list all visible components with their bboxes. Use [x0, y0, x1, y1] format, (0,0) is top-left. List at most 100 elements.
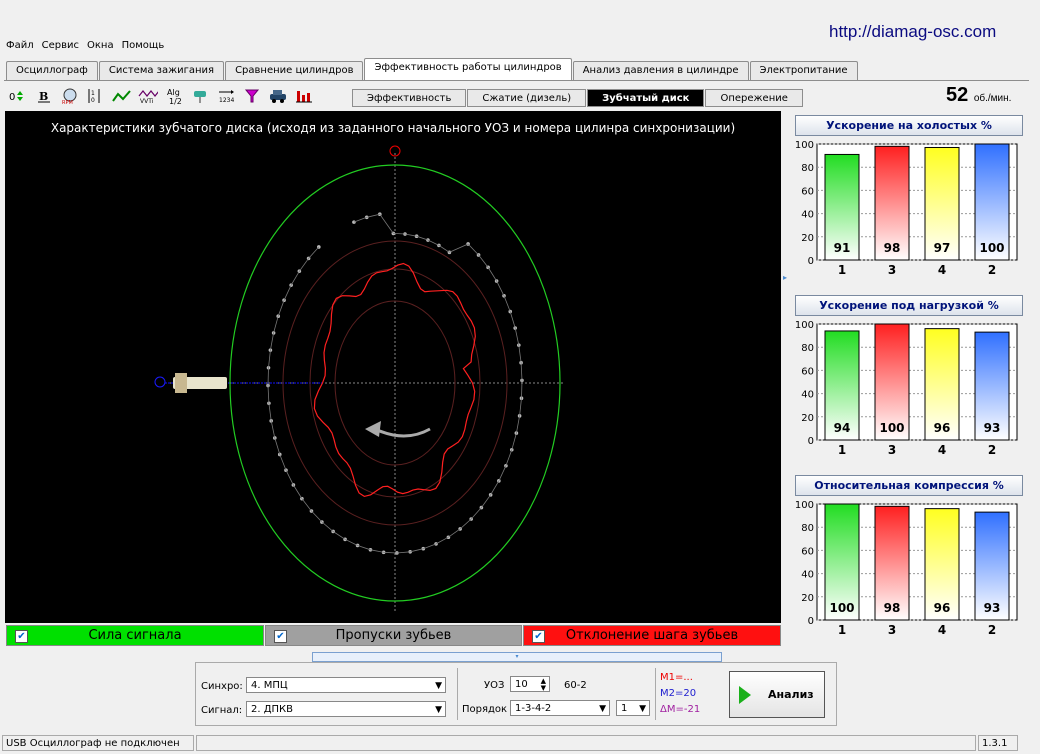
- bar-value-label: 91: [834, 241, 851, 255]
- adjust-icon[interactable]: 0: [8, 87, 28, 105]
- rpm-unit: об./мин.: [973, 93, 1012, 104]
- splitter-handle[interactable]: ▸: [783, 273, 789, 285]
- chart-idle-acceleration: 0 20 40 60 80 100 91 1 98 3 97 4 100 2: [795, 140, 1018, 276]
- y-tick-label: 40: [801, 210, 814, 221]
- checkbox-missing-teeth[interactable]: ✔: [274, 630, 287, 643]
- checkbox-signal-strength[interactable]: ✔: [15, 630, 28, 643]
- tab-oscilloscope[interactable]: Осциллограф: [6, 61, 98, 80]
- trend-icon[interactable]: [112, 87, 132, 105]
- status-empty: [196, 735, 976, 751]
- toolbar: 0 B RPM 10 VVTi Alg 1/2 1234: [8, 86, 314, 106]
- chart-load-acceleration: 0 20 40 60 80 100 94 1 100 3 96 4 93 2: [795, 320, 1018, 456]
- bar-value-label: 96: [934, 421, 951, 435]
- spinner-arrows-icon[interactable]: ▲ ▼: [541, 678, 546, 692]
- scale-icon[interactable]: 10: [86, 87, 106, 105]
- checkbox-tooth-deviation[interactable]: ✔: [532, 630, 545, 643]
- uoz-label: УОЗ: [484, 680, 505, 691]
- category-label: 2: [988, 263, 996, 276]
- y-tick-label: 60: [801, 366, 814, 377]
- play-icon: [739, 686, 751, 704]
- rotation-arrow: [374, 427, 431, 438]
- subtab-efficiency[interactable]: Эффективность: [352, 89, 467, 107]
- legend-label: Отклонение шага зубьев: [565, 628, 739, 643]
- y-tick-label: 20: [801, 413, 814, 424]
- teeth-dots: [266, 212, 524, 555]
- y-tick-label: 0: [808, 616, 814, 627]
- svg-text:RPM: RPM: [62, 100, 73, 105]
- m2-readout: M2=20: [660, 688, 697, 699]
- tab-pressure-analysis[interactable]: Анализ давления в цилиндре: [572, 61, 749, 80]
- vvti-icon[interactable]: VVTi: [138, 87, 158, 105]
- order-select[interactable]: 1-3-4-2 ▼: [510, 700, 610, 716]
- menu-windows[interactable]: Окна: [87, 40, 114, 56]
- divider: [655, 668, 656, 720]
- sensor-icon: [173, 373, 227, 393]
- svg-text:0: 0: [9, 92, 15, 103]
- bar-chart-icon[interactable]: [294, 87, 314, 105]
- bar-value-label: 100: [979, 241, 1004, 255]
- y-tick-label: 80: [801, 523, 814, 534]
- svg-text:0: 0: [91, 97, 95, 104]
- y-tick-label: 100: [795, 320, 814, 331]
- site-url: http://diamag-osc.com: [829, 22, 997, 41]
- tab-power-supply[interactable]: Электропитание: [749, 61, 858, 80]
- svg-text:1234: 1234: [219, 97, 234, 104]
- rpm-icon[interactable]: RPM: [60, 87, 80, 105]
- y-tick-label: 0: [808, 436, 814, 447]
- chart-relative-compression: 0 20 40 60 80 100 100 1 98 3 96 4 93 2: [795, 500, 1018, 636]
- y-tick-label: 100: [795, 500, 814, 511]
- subtab-tooth-disc[interactable]: Зубчатый диск: [587, 89, 705, 107]
- legend-signal-strength[interactable]: ✔ Сила сигнала: [6, 625, 264, 646]
- uoz-value: 10: [515, 679, 528, 690]
- menu-help[interactable]: Помощь: [122, 40, 165, 56]
- category-label: 4: [938, 623, 946, 636]
- svg-text:1: 1: [91, 90, 95, 97]
- menu-bar: Файл Сервис Окна Помощь: [6, 40, 164, 56]
- subtab-compression[interactable]: Сжатие (дизель): [467, 89, 587, 107]
- y-tick-label: 40: [801, 570, 814, 581]
- tab-cylinder-efficiency[interactable]: Эффективность работы цилиндров: [364, 58, 572, 80]
- panel-title: Относительная компрессия %: [795, 475, 1023, 496]
- y-tick-label: 80: [801, 163, 814, 174]
- bar-value-label: 94: [834, 421, 851, 435]
- panel-title: Ускорение на холостых %: [795, 115, 1023, 136]
- signal-value: 2. ДПКВ: [251, 704, 294, 715]
- panel-idle-acceleration: Ускорение на холостых % 0 20 40 60 80 100 91 1 9…: [791, 112, 1027, 284]
- sub-tabs: Эффективность Сжатие (дизель) Зубчатый д…: [352, 89, 804, 107]
- filter-icon[interactable]: [242, 87, 262, 105]
- bar-value-label: 98: [884, 601, 901, 615]
- panel-relative-compression: Относительная компрессия % 0 20 40 60 80 100 1…: [791, 472, 1027, 644]
- cylinder-value: 1: [621, 703, 628, 714]
- category-label: 1: [838, 443, 846, 456]
- bold-icon[interactable]: B: [34, 87, 54, 105]
- svg-text:VVTi: VVTi: [140, 98, 154, 104]
- category-label: 3: [888, 263, 896, 276]
- legend-tooth-deviation[interactable]: ✔ Отклонение шага зубьев: [523, 625, 781, 646]
- algorithm-icon[interactable]: Alg 1/2: [164, 87, 184, 105]
- teeth-count: 60-2: [564, 680, 587, 691]
- counter-icon[interactable]: 1234: [216, 87, 236, 105]
- rpm-readout: 52 об./мин.: [946, 84, 1011, 107]
- category-label: 1: [838, 263, 846, 276]
- signal-select[interactable]: 2. ДПКВ ▼: [246, 701, 446, 717]
- tab-cylinder-compare[interactable]: Сравнение цилиндров: [225, 61, 364, 80]
- cylinder-select[interactable]: 1 ▼: [616, 700, 650, 716]
- sensor-icon[interactable]: [190, 87, 210, 105]
- menu-file[interactable]: Файл: [6, 40, 34, 56]
- uoz-spinner[interactable]: 10 ▲ ▼: [510, 676, 550, 692]
- bar-value-label: 93: [984, 421, 1001, 435]
- tab-ignition[interactable]: Система зажигания: [98, 61, 225, 80]
- sync-select[interactable]: 4. МПЦ ▼: [246, 677, 446, 693]
- bar-value-label: 97: [934, 241, 951, 255]
- svg-text:B: B: [39, 90, 48, 103]
- panel-load-acceleration: Ускорение под нагрузкой % 0 20 40 60 80 100 94…: [791, 292, 1027, 464]
- y-tick-label: 40: [801, 390, 814, 401]
- analyze-button[interactable]: Анализ: [729, 671, 825, 718]
- subtab-advance[interactable]: Опережение: [705, 89, 803, 107]
- menu-service[interactable]: Сервис: [42, 40, 79, 56]
- car-icon[interactable]: [268, 87, 288, 105]
- y-tick-label: 60: [801, 186, 814, 197]
- legend-missing-teeth[interactable]: ✔ Пропуски зубьев: [265, 625, 522, 646]
- bottom-splitter[interactable]: ▾: [312, 652, 722, 662]
- divider: [457, 668, 458, 720]
